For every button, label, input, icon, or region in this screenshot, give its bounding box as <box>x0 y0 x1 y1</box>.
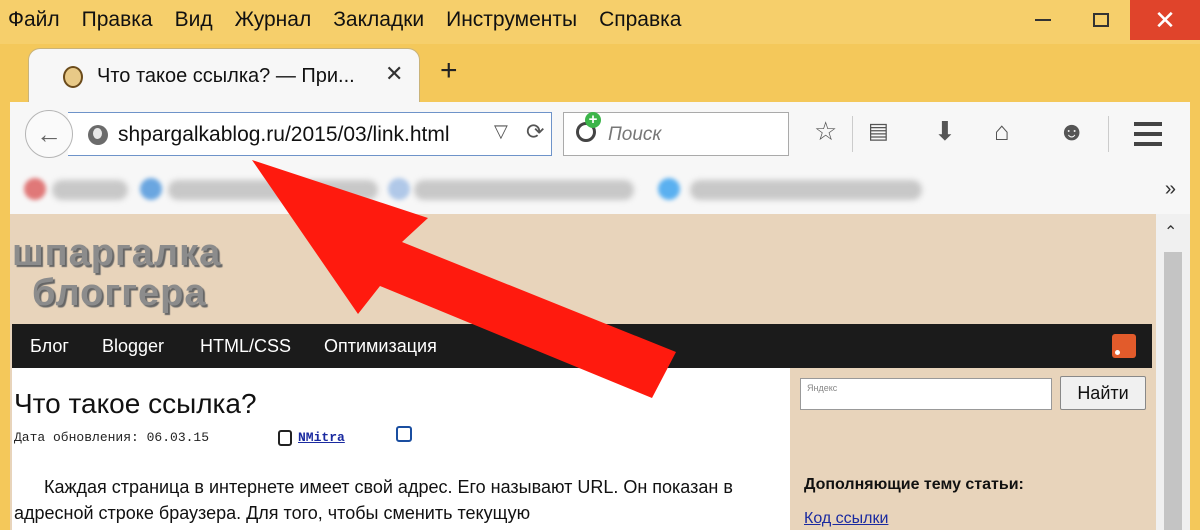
back-button[interactable]: ← <box>25 110 73 158</box>
menu-view[interactable]: Вид <box>175 8 213 32</box>
minimize-button[interactable] <box>1014 0 1072 40</box>
bookmark-favicon-icon[interactable] <box>658 178 680 200</box>
new-tab-button[interactable]: + <box>440 56 458 86</box>
site-logo-line1[interactable]: шпаргалка <box>12 232 221 275</box>
site-favicon-icon <box>63 66 83 88</box>
page-viewport: шпаргалка блоггера Блог Blogger HTML/CSS… <box>10 214 1190 530</box>
url-text[interactable]: shpargalkablog.ru/2015/03/link.html <box>118 123 450 147</box>
toolbar-separator <box>852 116 853 152</box>
bookmark-item[interactable] <box>414 180 634 200</box>
home-icon[interactable]: ⌂ <box>994 118 1010 144</box>
sidebar-related-link[interactable]: Код ссылки <box>804 510 888 528</box>
bookmark-favicon-icon[interactable] <box>24 178 46 200</box>
menu-edit[interactable]: Правка <box>82 8 153 32</box>
maximize-icon <box>1093 13 1109 27</box>
toolbar-separator <box>1108 116 1109 152</box>
reload-icon[interactable]: ⟳ <box>526 119 544 145</box>
menu-help[interactable]: Справка <box>599 8 681 32</box>
article-date: Дата обновления: 06.03.15 <box>14 430 210 445</box>
article: Что такое ссылка? Дата обновления: 06.03… <box>12 368 790 530</box>
bookmarks-bar: » <box>0 166 1200 214</box>
maximize-button[interactable] <box>1072 0 1130 40</box>
bookmark-item[interactable] <box>168 180 378 200</box>
close-icon: ✕ <box>1154 5 1176 35</box>
close-window-button[interactable]: ✕ <box>1130 0 1200 40</box>
star-icon[interactable]: ☆ <box>814 118 837 144</box>
menu-tools[interactable]: Инструменты <box>446 8 577 32</box>
navigation-toolbar: shpargalkablog.ru/2015/03/link.html ▽ ⟳ … <box>0 102 1200 166</box>
tab-active[interactable]: Что такое ссылка? — При... ✕ <box>28 48 420 102</box>
menu-file[interactable]: Файл <box>8 8 60 32</box>
bookmark-item[interactable] <box>52 180 128 200</box>
sidebar: Яндекс Найти Дополняющие тему статьи: Ко… <box>794 368 1156 530</box>
site-nav-optimization[interactable]: Оптимизация <box>324 336 437 357</box>
smiley-icon[interactable]: ☻ <box>1058 118 1085 144</box>
article-author-link[interactable]: NMitra <box>298 430 345 445</box>
reading-list-icon[interactable]: ▤ <box>868 120 889 142</box>
article-body: Каждая страница в интернете имеет свой а… <box>14 477 733 523</box>
rss-icon[interactable] <box>1112 334 1136 358</box>
site-logo-line2[interactable]: блоггера <box>32 272 207 315</box>
tab-close-icon[interactable]: ✕ <box>385 61 403 87</box>
window-controls: ✕ <box>1014 0 1200 40</box>
search-box[interactable]: Поиск <box>563 112 789 156</box>
sidebar-related-heading: Дополняющие тему статьи: <box>804 476 1024 493</box>
tab-title: Что такое ссылка? — При... <box>97 65 355 87</box>
site-nav-blogger[interactable]: Blogger <box>102 336 164 357</box>
site-identity-icon[interactable] <box>88 125 108 145</box>
sidebar-search-input[interactable]: Яндекс <box>800 378 1052 410</box>
back-arrow-icon: ← <box>36 118 62 149</box>
bookmark-favicon-icon[interactable] <box>388 178 410 200</box>
menu-bar: Файл Правка Вид Журнал Закладки Инструме… <box>8 4 703 36</box>
site-nav-blog[interactable]: Блог <box>30 336 69 357</box>
site-navigation: Блог Blogger HTML/CSS Оптимизация <box>12 324 1152 368</box>
site-nav-html-css[interactable]: HTML/CSS <box>200 336 291 357</box>
download-icon[interactable]: ⬇ <box>934 118 956 144</box>
scroll-up-icon[interactable]: ⌃ <box>1164 222 1177 242</box>
bookmark-favicon-icon[interactable] <box>140 178 162 200</box>
bookmarks-overflow-icon[interactable]: » <box>1165 178 1176 201</box>
history-dropdown-icon[interactable]: ▽ <box>494 121 508 142</box>
scroll-thumb[interactable] <box>1164 252 1182 530</box>
share-icon[interactable] <box>396 426 412 442</box>
page-scrollbar[interactable]: ⌃ <box>1156 214 1190 530</box>
minimize-icon <box>1035 19 1051 21</box>
url-bar[interactable]: shpargalkablog.ru/2015/03/link.html ▽ ⟳ <box>68 112 552 156</box>
title-bar: Файл Правка Вид Журнал Закладки Инструме… <box>0 0 1200 44</box>
menu-history[interactable]: Журнал <box>235 8 312 32</box>
menu-bookmarks[interactable]: Закладки <box>333 8 424 32</box>
menu-icon[interactable] <box>1134 122 1162 152</box>
bookmark-item[interactable] <box>690 180 922 200</box>
search-engine-icon[interactable] <box>576 112 601 142</box>
article-title: Что такое ссылка? <box>14 388 257 419</box>
sidebar-search-button[interactable]: Найти <box>1060 376 1146 410</box>
tab-strip: Что такое ссылка? — При... ✕ + <box>0 44 1200 102</box>
search-placeholder: Поиск <box>608 124 662 145</box>
author-icon <box>278 430 292 446</box>
